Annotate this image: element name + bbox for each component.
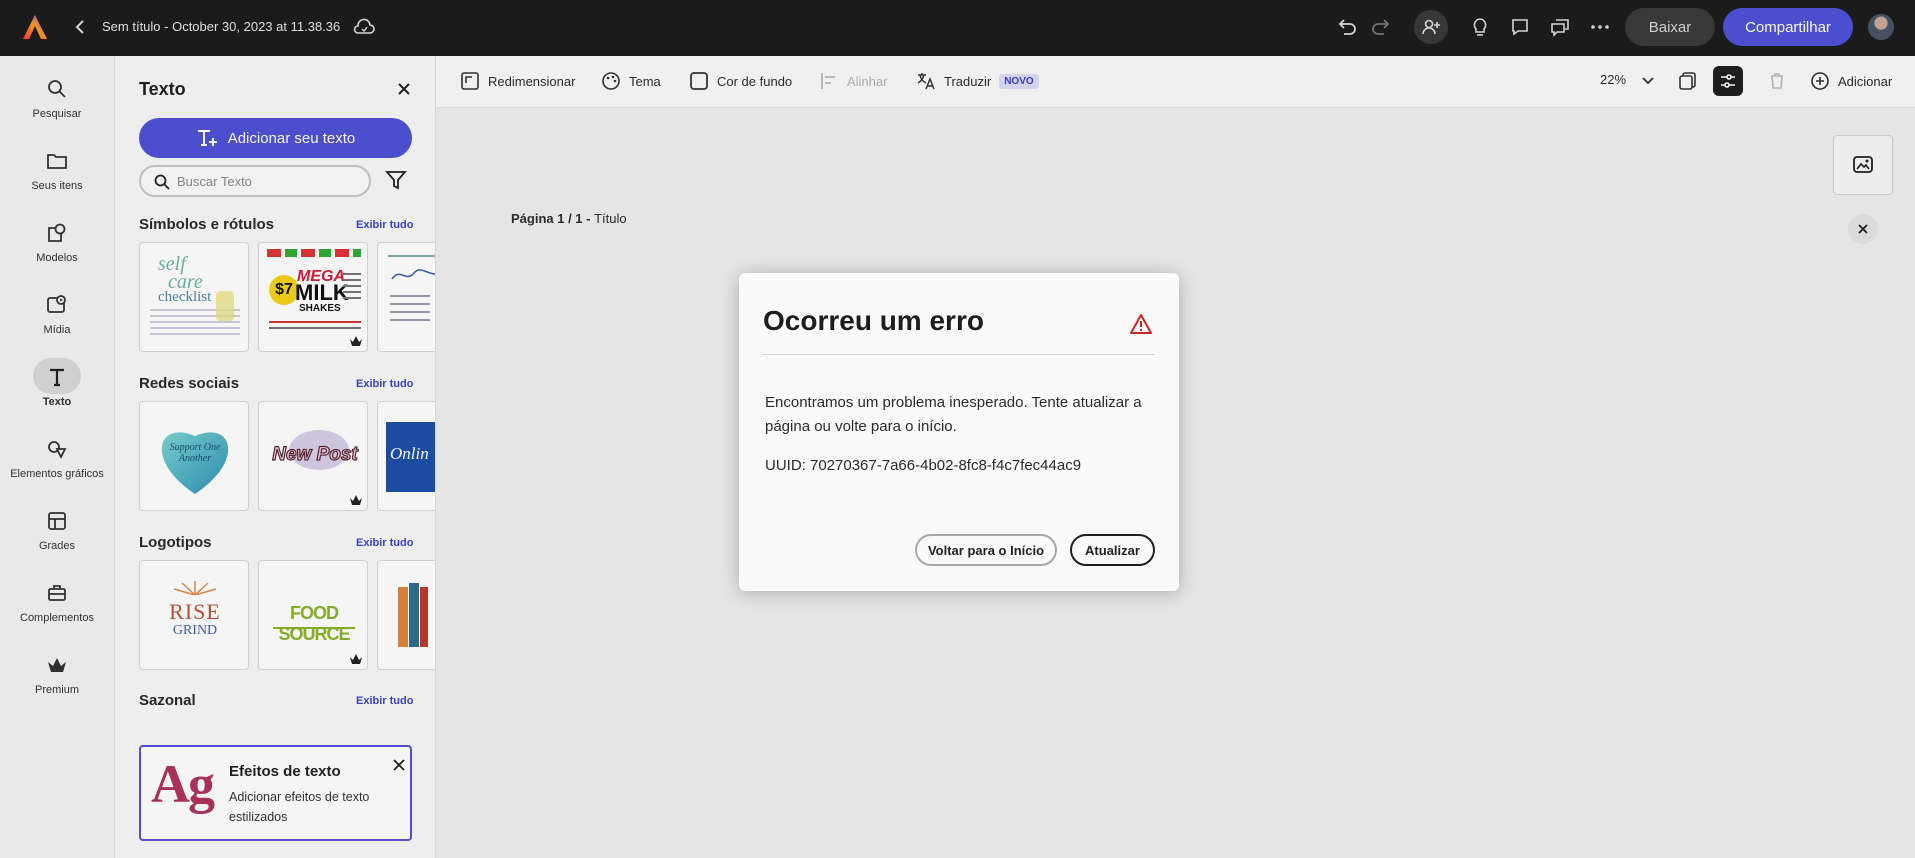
error-dialog: Ocorreu um erro Encontramos um problema … xyxy=(739,273,1179,591)
warning-icon xyxy=(1130,314,1152,334)
error-uuid: UUID: 70270367-7a66-4b02-8fc8-f4c7fec44a… xyxy=(765,457,1082,474)
back-to-home-button[interactable]: Voltar para o Início xyxy=(915,534,1057,566)
dialog-divider xyxy=(763,354,1155,355)
dialog-message: Encontramos um problema inesperado. Tent… xyxy=(765,394,1142,435)
dialog-title: Ocorreu um erro xyxy=(763,305,984,336)
refresh-button[interactable]: Atualizar xyxy=(1070,534,1155,566)
